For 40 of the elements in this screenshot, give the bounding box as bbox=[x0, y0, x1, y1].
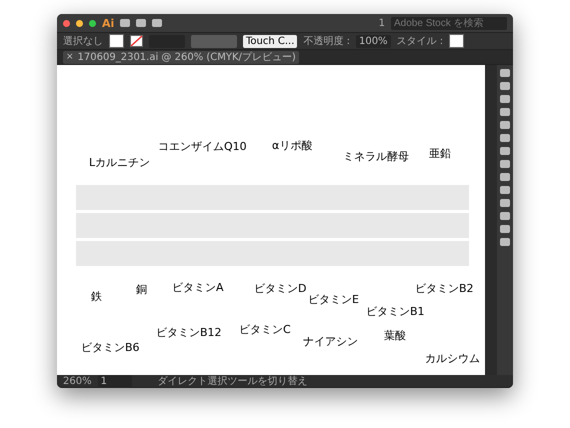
fill-swatch[interactable] bbox=[109, 34, 124, 48]
minimize-icon[interactable] bbox=[76, 20, 83, 26]
zoom-level[interactable]: 260% bbox=[63, 376, 92, 386]
opacity-label: 不透明度 : bbox=[303, 34, 350, 48]
artboard-label: カルシウム bbox=[425, 351, 480, 366]
artboard-label: ナイアシン bbox=[303, 334, 358, 349]
close-tab-icon[interactable]: × bbox=[66, 52, 74, 62]
close-icon[interactable] bbox=[63, 20, 70, 26]
artboard-label: 銅 bbox=[136, 282, 147, 297]
artboard-label: ビタミンB2 bbox=[415, 281, 474, 296]
artboard-label: ビタミンB12 bbox=[156, 325, 222, 340]
style-swatch[interactable] bbox=[449, 34, 464, 48]
scrollbar[interactable] bbox=[485, 65, 497, 375]
status-text: ダイレクト選択ツールを切り替え bbox=[158, 374, 308, 388]
artboard-label: 亜鉛 bbox=[429, 146, 451, 161]
style-label: スタイル : bbox=[396, 35, 444, 48]
artboard-label: ビタミンE bbox=[308, 292, 359, 307]
artboard-label: コエンザイムQ10 bbox=[158, 139, 247, 154]
artboard-label: ビタミンC bbox=[239, 322, 291, 337]
variable-width-field[interactable] bbox=[191, 34, 237, 48]
app-logo: Ai bbox=[102, 16, 114, 30]
artboard-label: ビタミンB6 bbox=[81, 340, 140, 355]
artboard-label: ミネラル酵母 bbox=[343, 149, 409, 164]
search-field[interactable]: Adobe Stock を検索 bbox=[391, 16, 507, 30]
artboard-label: ビタミンA bbox=[172, 280, 224, 295]
artboard-label: ビタミンB1 bbox=[366, 304, 425, 319]
brush-dropdown[interactable]: Touch C... bbox=[243, 34, 298, 48]
artboard-label: 葉酸 bbox=[384, 328, 406, 343]
zoom-icon[interactable] bbox=[89, 20, 96, 26]
artboard-label: 鉄 bbox=[91, 289, 102, 304]
artboard-label: Lカルニチン bbox=[89, 155, 150, 170]
page-number[interactable]: 1 bbox=[378, 18, 385, 28]
artboard-label: ビタミンD bbox=[254, 281, 306, 296]
artboard-field[interactable]: 1 bbox=[98, 374, 132, 388]
stroke-none-icon[interactable] bbox=[130, 35, 143, 47]
selection-label: 選択なし bbox=[63, 35, 103, 48]
document-title: 170609_2301.ai @ 260% (CMYK/プレビュー) bbox=[78, 50, 296, 64]
artboard-label: αリポ酸 bbox=[272, 138, 312, 153]
document-tab[interactable]: × 170609_2301.ai @ 260% (CMYK/プレビュー) bbox=[63, 50, 299, 64]
opacity-field[interactable]: 100% bbox=[356, 34, 391, 48]
